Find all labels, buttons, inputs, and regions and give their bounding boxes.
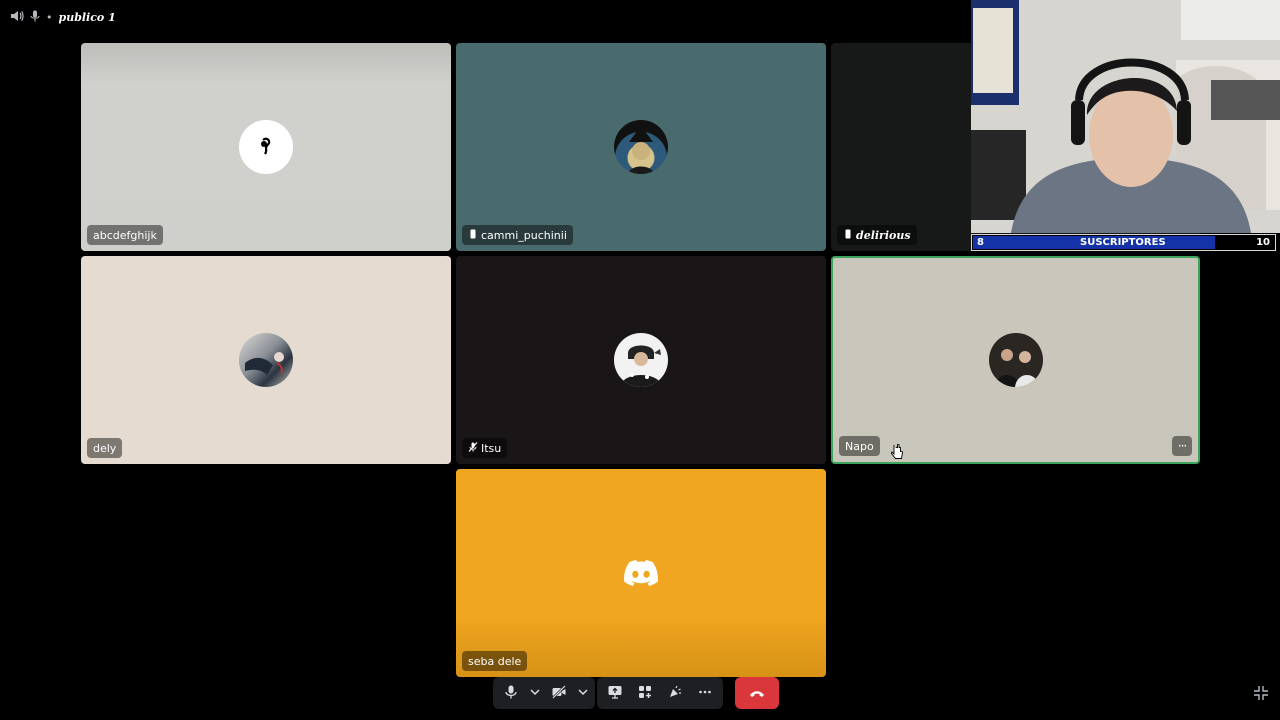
participant-name: seba dele (468, 654, 522, 668)
participant-tile-napo[interactable]: Napo ··· (831, 256, 1200, 464)
participant-name: Napo (845, 439, 874, 453)
avatar (239, 120, 293, 174)
more-options-button[interactable]: ··· (1172, 436, 1192, 456)
avatar (239, 333, 293, 387)
participant-name-tag: dely (87, 438, 123, 458)
activities-button[interactable] (631, 679, 659, 707)
separator-dot: • (46, 10, 53, 24)
soundboard-icon (668, 684, 682, 703)
chevron-down-icon (528, 684, 542, 703)
camera-button[interactable] (545, 679, 573, 707)
participant-name: dely (93, 441, 117, 455)
audio-video-group (493, 677, 595, 709)
mobile-device-icon (468, 229, 478, 242)
participant-tile-dely[interactable]: dely (81, 256, 451, 464)
pointer-cursor-icon (890, 443, 903, 462)
activities-icon (638, 684, 652, 703)
participant-name-tag: seba dele (462, 651, 528, 671)
participant-name-tag: abcdefghijk (87, 225, 163, 245)
chevron-down-icon (576, 684, 590, 703)
soundboard-button[interactable] (661, 679, 689, 707)
participant-tile-seba-dele[interactable]: seba dele (456, 469, 826, 677)
screen-share-icon (608, 684, 622, 703)
subscriber-current-count: 8 (977, 237, 984, 248)
channel-name: publico 1 (58, 10, 116, 24)
disconnect-button[interactable] (735, 677, 779, 709)
subscriber-goal-bar: 8 SUSCRIPTORES 10 (971, 234, 1276, 251)
microphone-icon[interactable] (30, 10, 40, 25)
participant-tile-cammi-puchinii[interactable]: cammi_puchinii (456, 43, 826, 251)
actions-group (597, 677, 723, 709)
call-controls (493, 676, 783, 710)
participant-name-tag: Itsu (462, 438, 508, 458)
minimize-button[interactable] (1253, 685, 1269, 701)
participant-name-tag: delirious (837, 225, 917, 245)
participant-name-tag: cammi_puchinii (462, 225, 573, 245)
muted-mic-icon (468, 441, 478, 455)
avatar (614, 120, 668, 174)
avatar (614, 333, 668, 387)
share-screen-button[interactable] (601, 679, 629, 707)
participant-name-tag: Napo (839, 436, 880, 456)
participant-name: delirious (856, 228, 911, 242)
minimize-icon (1253, 686, 1269, 705)
discord-logo-icon (624, 560, 658, 590)
microphone-button[interactable] (497, 679, 525, 707)
participant-tile-itsu[interactable]: Itsu (456, 256, 826, 464)
participant-name: Itsu (481, 441, 502, 455)
subscriber-goal-label: SUSCRIPTORES (1080, 237, 1166, 248)
more-options-button[interactable] (691, 679, 719, 707)
speaker-icon[interactable] (10, 10, 24, 25)
subscriber-goal-target: 10 (1256, 237, 1270, 248)
voice-channel-header: • publico 1 (10, 8, 116, 26)
mobile-device-icon (843, 229, 853, 242)
participant-tile-abcdefghijk[interactable]: abcdefghijk (81, 43, 451, 251)
hang-up-icon (749, 684, 765, 703)
avatar (988, 333, 1043, 387)
microphone-options-button[interactable] (527, 679, 543, 707)
streamer-webcam-overlay (971, 0, 1280, 233)
participant-name: cammi_puchinii (481, 228, 567, 242)
more-options-icon (698, 684, 712, 703)
camera-off-icon (552, 684, 566, 703)
camera-options-button[interactable] (575, 679, 591, 707)
microphone-icon (504, 684, 518, 703)
participant-name: abcdefghijk (93, 228, 157, 242)
more-options-icon: ··· (1177, 439, 1188, 453)
